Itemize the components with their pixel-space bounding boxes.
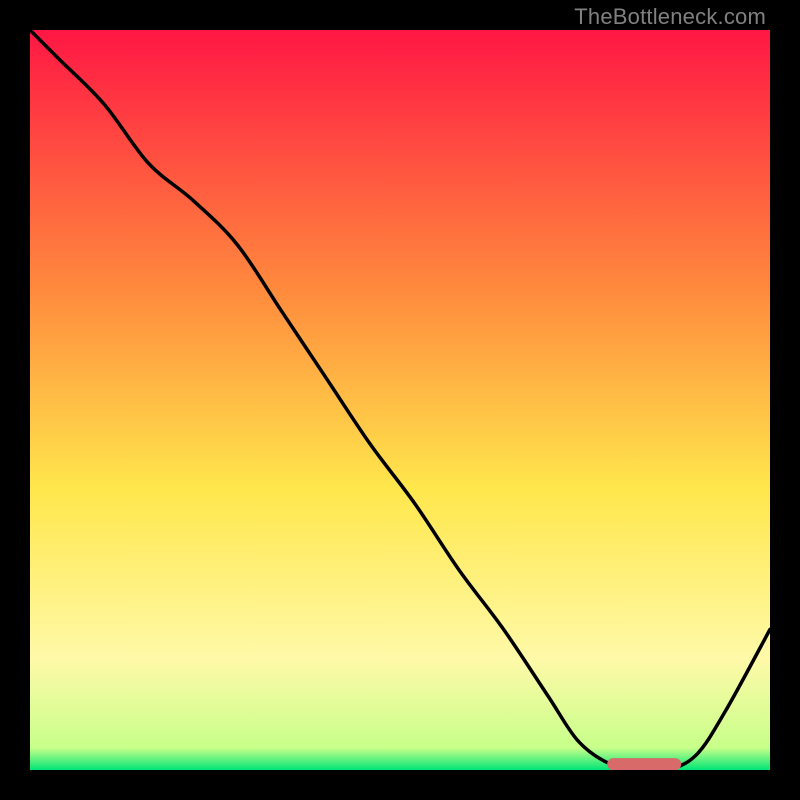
chart-frame <box>30 30 770 770</box>
bottleneck-chart <box>30 30 770 770</box>
watermark-text: TheBottleneck.com <box>574 4 766 30</box>
optimal-range-marker <box>607 758 681 770</box>
gradient-background <box>30 30 770 770</box>
